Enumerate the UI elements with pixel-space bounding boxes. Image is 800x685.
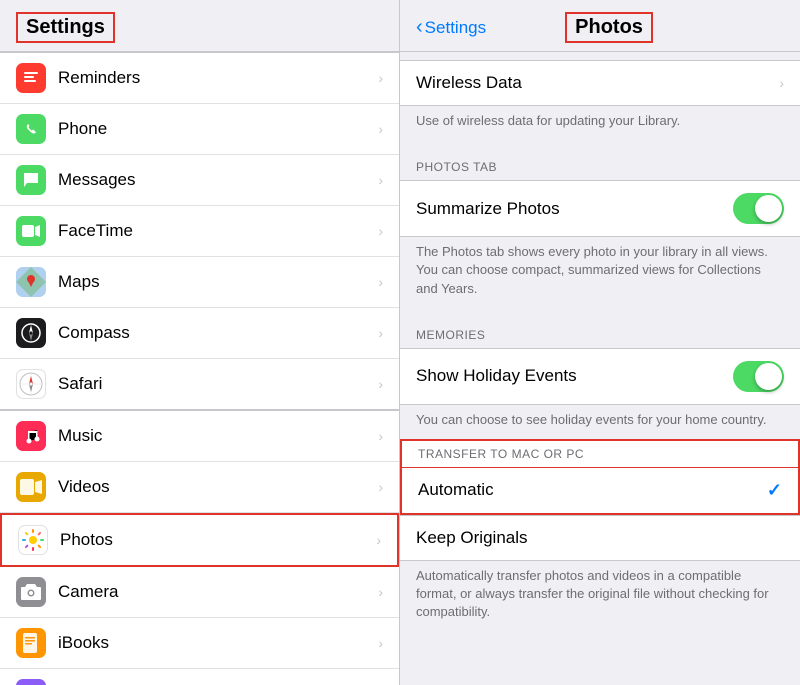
left-header: Settings: [0, 0, 399, 52]
sidebar-item-videos[interactable]: Videos ›: [0, 462, 399, 513]
phone-label: Phone: [58, 119, 378, 139]
music-icon: [16, 421, 46, 451]
summarize-photos-description: The Photos tab shows every photo in your…: [400, 237, 800, 308]
right-content: Wireless Data › Use of wireless data for…: [400, 52, 800, 685]
safari-icon: [16, 369, 46, 399]
wireless-data-description: Use of wireless data for updating your L…: [400, 106, 800, 140]
compass-chevron: ›: [378, 325, 383, 341]
camera-icon: [16, 577, 46, 607]
photos-icon: [18, 525, 48, 555]
reminders-chevron: ›: [378, 70, 383, 86]
music-label: Music: [58, 426, 378, 446]
automatic-checkmark: ✓: [767, 480, 782, 501]
summarize-photos-row[interactable]: Summarize Photos: [400, 181, 800, 236]
summarize-photos-card: Summarize Photos: [400, 180, 800, 237]
facetime-label: FaceTime: [58, 221, 378, 241]
photos-chevron: ›: [376, 532, 381, 548]
sidebar-item-photos[interactable]: Photos ›: [0, 513, 399, 567]
sidebar-item-camera[interactable]: Camera ›: [0, 567, 399, 618]
videos-icon: [16, 472, 46, 502]
wireless-data-chevron: ›: [779, 75, 784, 91]
sidebar-item-safari[interactable]: Safari ›: [0, 359, 399, 409]
ibooks-icon: [16, 628, 46, 658]
show-holiday-events-label: Show Holiday Events: [416, 366, 733, 386]
summarize-photos-label: Summarize Photos: [416, 199, 733, 219]
summarize-photos-toggle[interactable]: [733, 193, 784, 224]
automatic-card: Automatic ✓: [400, 468, 800, 515]
reminders-icon: [16, 63, 46, 93]
main-container: Settings Reminders › Phone ›: [0, 0, 800, 685]
sidebar-item-messages[interactable]: Messages ›: [0, 155, 399, 206]
maps-label: Maps: [58, 272, 378, 292]
music-chevron: ›: [378, 428, 383, 444]
safari-label: Safari: [58, 374, 378, 394]
wireless-data-card: Wireless Data ›: [400, 60, 800, 106]
sidebar-item-music[interactable]: Music ›: [0, 411, 399, 462]
sidebar-item-reminders[interactable]: Reminders ›: [0, 53, 399, 104]
keep-originals-row[interactable]: Keep Originals: [400, 516, 800, 560]
left-panel: Settings Reminders › Phone ›: [0, 0, 400, 685]
wireless-data-label: Wireless Data: [416, 73, 779, 93]
messages-label: Messages: [58, 170, 378, 190]
photos-label: Photos: [60, 530, 376, 550]
sidebar-item-podcasts[interactable]: Podcasts ›: [0, 669, 399, 685]
memories-header: MEMORIES: [400, 308, 800, 348]
show-holiday-events-toggle[interactable]: [733, 361, 784, 392]
compass-label: Compass: [58, 323, 378, 343]
photos-tab-header: PHOTOS TAB: [400, 140, 800, 180]
settings-title: Settings: [16, 12, 115, 43]
automatic-row[interactable]: Automatic ✓: [402, 468, 798, 513]
settings-group-2: Music › Videos ›: [0, 410, 399, 685]
messages-icon: [16, 165, 46, 195]
wireless-data-row[interactable]: Wireless Data ›: [400, 61, 800, 105]
automatic-label: Automatic: [418, 480, 767, 500]
keep-originals-description: Automatically transfer photos and videos…: [400, 561, 800, 632]
camera-chevron: ›: [378, 584, 383, 600]
photos-page-title: Photos: [565, 12, 653, 43]
sidebar-item-compass[interactable]: Compass ›: [0, 308, 399, 359]
settings-group-1: Reminders › Phone › Messages ›: [0, 52, 399, 410]
podcasts-icon: [16, 679, 46, 685]
phone-icon: [16, 114, 46, 144]
show-holiday-events-description: You can choose to see holiday events for…: [400, 405, 800, 439]
keep-originals-label: Keep Originals: [416, 528, 784, 548]
safari-chevron: ›: [378, 376, 383, 392]
videos-label: Videos: [58, 477, 378, 497]
facetime-icon: [16, 216, 46, 246]
compass-icon: [16, 318, 46, 348]
keep-originals-card: Keep Originals: [400, 515, 800, 561]
camera-label: Camera: [58, 582, 378, 602]
sidebar-item-ibooks[interactable]: iBooks ›: [0, 618, 399, 669]
reminders-label: Reminders: [58, 68, 378, 88]
transfer-header: TRANSFER TO MAC OR PC: [400, 439, 800, 469]
show-holiday-events-row[interactable]: Show Holiday Events: [400, 349, 800, 404]
maps-chevron: ›: [378, 274, 383, 290]
videos-chevron: ›: [378, 479, 383, 495]
back-button[interactable]: ‹ Settings: [416, 16, 486, 39]
sidebar-item-maps[interactable]: Maps ›: [0, 257, 399, 308]
back-label: Settings: [425, 18, 486, 38]
show-holiday-events-card: Show Holiday Events: [400, 348, 800, 405]
maps-icon: [16, 267, 46, 297]
sidebar-item-facetime[interactable]: FaceTime ›: [0, 206, 399, 257]
right-header: ‹ Settings Photos: [400, 0, 800, 52]
sidebar-item-phone[interactable]: Phone ›: [0, 104, 399, 155]
phone-chevron: ›: [378, 121, 383, 137]
back-chevron-icon: ‹: [416, 16, 423, 39]
right-panel: ‹ Settings Photos Wireless Data › Use of…: [400, 0, 800, 685]
ibooks-label: iBooks: [58, 633, 378, 653]
messages-chevron: ›: [378, 172, 383, 188]
facetime-chevron: ›: [378, 223, 383, 239]
ibooks-chevron: ›: [378, 635, 383, 651]
